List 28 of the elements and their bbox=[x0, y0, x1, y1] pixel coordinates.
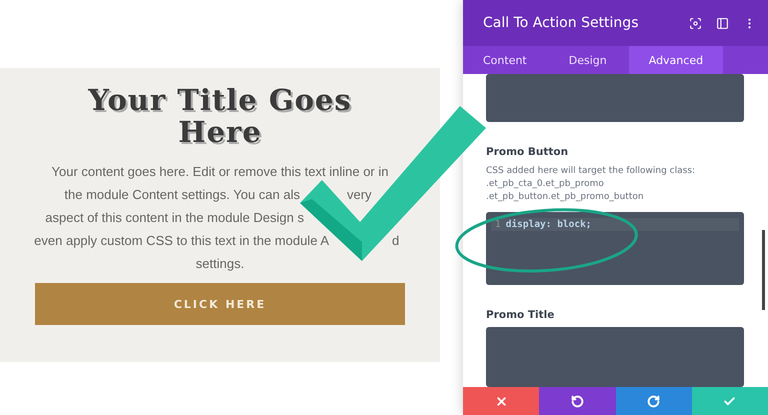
fullscreen-icon[interactable] bbox=[689, 16, 702, 30]
cta-button[interactable]: CLICK HERE bbox=[35, 283, 405, 325]
class-selector: .et_pb_button.et_pb_promo_button bbox=[486, 191, 645, 204]
class-selector: .et_pb_cta_0.et_pb_promo bbox=[486, 178, 605, 191]
close-icon bbox=[494, 394, 508, 408]
body-text: Your content goes here. Edit or remove this text inline or in bbox=[52, 163, 388, 181]
body-text: the module Content settings. You can als bbox=[64, 186, 300, 204]
field-label: Promo Button bbox=[486, 146, 570, 158]
tab[interactable]: Content bbox=[463, 46, 547, 74]
code-text: display: block; bbox=[506, 219, 592, 230]
sidebar-icon[interactable] bbox=[716, 16, 729, 30]
body-text: very bbox=[347, 186, 372, 204]
body-text: d bbox=[392, 232, 400, 250]
field-label: Promo Title bbox=[486, 309, 556, 321]
panel-title: Call To Action Settings bbox=[483, 15, 640, 31]
heading: Your Title Goes Here bbox=[87, 84, 353, 148]
body-text: settings. bbox=[196, 255, 244, 273]
undo-icon bbox=[570, 394, 584, 408]
body-text: aspect of this content in the module Design s bbox=[45, 209, 304, 227]
checkmark-icon bbox=[723, 394, 736, 408]
redo-icon bbox=[647, 394, 660, 408]
help-text: CSS added here will target the following class: bbox=[486, 165, 696, 178]
tab[interactable]: Design bbox=[546, 46, 629, 74]
tab[interactable]: Advanced bbox=[628, 46, 724, 74]
scrollbar[interactable] bbox=[762, 230, 765, 310]
redo-button[interactable] bbox=[616, 387, 692, 415]
body-text: even apply custom CSS to this text in the module A bbox=[34, 232, 329, 250]
undo-button[interactable] bbox=[539, 387, 616, 415]
